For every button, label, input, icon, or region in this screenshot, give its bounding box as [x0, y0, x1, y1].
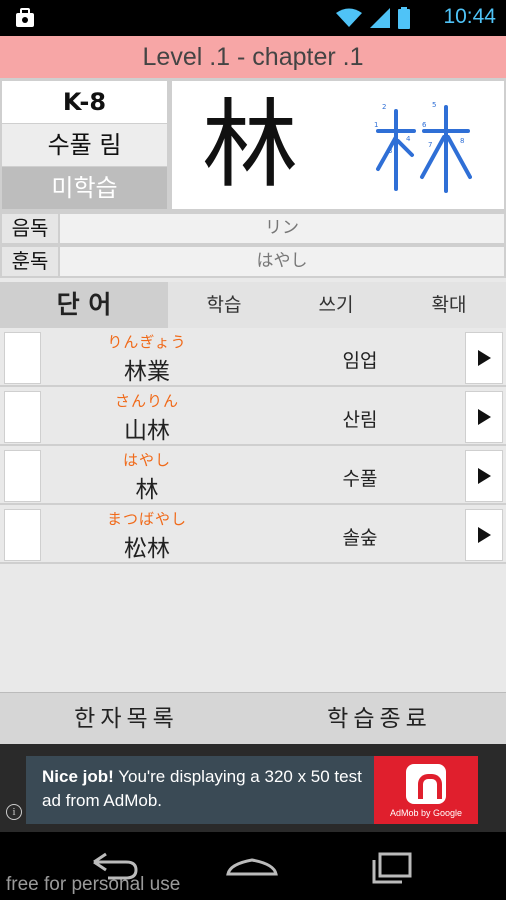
kanji-list-button[interactable]: 한자목록 — [0, 693, 253, 745]
word-kanji: 林業 — [124, 359, 170, 385]
kunyomi-row: 훈독 はやし — [0, 245, 506, 276]
kunyomi-value: はやし — [60, 247, 504, 276]
tab-write[interactable]: 쓰기 — [280, 282, 392, 328]
clock: 10:44 — [443, 5, 496, 28]
end-study-button[interactable]: 학습종료 — [253, 693, 506, 745]
study-status-button[interactable]: 미학습 — [2, 167, 167, 209]
svg-text:8: 8 — [460, 137, 464, 145]
play-button[interactable] — [465, 509, 503, 561]
word-furigana: さんりん — [114, 392, 179, 410]
play-icon — [478, 468, 491, 484]
word-checkbox[interactable] — [4, 450, 41, 502]
word-meaning: 산림 — [342, 409, 378, 431]
bag-icon — [16, 8, 34, 27]
svg-text:7: 7 — [428, 141, 432, 149]
tab-words[interactable]: 단 어 — [0, 282, 168, 328]
signal-icon — [370, 8, 390, 28]
play-button[interactable] — [465, 391, 503, 443]
list-item: さんりん 山林 산림 — [0, 389, 506, 446]
page-title: Level .1 - chapter .1 — [0, 36, 506, 78]
play-icon — [478, 527, 491, 543]
kanji-card: K-8 수풀 림 미학습 林 2 1 3 4 5 6 7 8 — [0, 78, 506, 212]
kanji-info: K-8 수풀 림 미학습 — [2, 81, 167, 209]
ad-info-icon[interactable]: i — [6, 804, 22, 820]
battery-icon — [398, 7, 410, 29]
svg-text:4: 4 — [406, 135, 411, 143]
word-furigana: りんぎょう — [107, 333, 187, 351]
word-furigana: まつばやし — [106, 510, 187, 528]
word-kanji: 山林 — [124, 418, 170, 444]
watermark: free for personal use — [6, 874, 181, 895]
svg-text:6: 6 — [422, 121, 427, 129]
word-meaning: 수풀 — [342, 468, 378, 490]
status-bar: 10:44 — [0, 0, 506, 36]
word-checkbox[interactable] — [4, 391, 41, 443]
play-icon — [478, 350, 491, 366]
word-kanji: 林 — [135, 477, 159, 503]
onyomi-label: 음독 — [2, 214, 58, 243]
admob-logo-text: AdMob by Google — [389, 808, 463, 818]
svg-text:1: 1 — [374, 121, 378, 129]
word-checkbox[interactable] — [4, 332, 41, 384]
onyomi-value: リン — [60, 214, 504, 243]
list-item: りんぎょう 林業 임업 — [0, 330, 506, 387]
kanji-character: 林 — [202, 89, 298, 201]
tab-study[interactable]: 학습 — [168, 282, 280, 328]
play-button[interactable] — [465, 332, 503, 384]
kunyomi-label: 훈독 — [2, 247, 58, 276]
readings: 음독 リン 훈독 はやし — [0, 212, 506, 278]
word-checkbox[interactable] — [4, 509, 41, 561]
ad-content[interactable]: Nice job! You're displaying a 320 x 50 t… — [26, 756, 478, 824]
kanji-display[interactable]: 林 2 1 3 4 5 6 7 8 — [172, 81, 504, 209]
onyomi-row: 음독 リン — [0, 212, 506, 243]
word-furigana: はやし — [122, 451, 171, 469]
recent-apps-icon[interactable] — [362, 846, 422, 886]
bottom-bar: 한자목록 학습종료 — [0, 692, 506, 744]
svg-text:3: 3 — [388, 147, 392, 155]
ad-text: Nice job! You're displaying a 320 x 50 t… — [42, 765, 372, 813]
kanji-code: K-8 — [2, 81, 167, 123]
admob-mark-icon — [406, 764, 446, 804]
stroke-order-diagram: 2 1 3 4 5 6 7 8 — [374, 101, 472, 193]
tab-zoom[interactable]: 확대 — [392, 282, 506, 328]
word-meaning: 솔숲 — [342, 527, 378, 549]
admob-logo: AdMob by Google — [374, 756, 478, 824]
list-item: まつばやし 松林 솔숲 — [0, 507, 506, 564]
word-meaning: 임업 — [342, 350, 378, 372]
svg-text:5: 5 — [432, 101, 436, 109]
svg-text:2: 2 — [382, 103, 386, 111]
ad-banner: Nice job! You're displaying a 320 x 50 t… — [0, 744, 506, 832]
play-button[interactable] — [465, 450, 503, 502]
kanji-meaning: 수풀 림 — [2, 124, 167, 166]
tab-bar: 단 어 학습 쓰기 확대 — [0, 282, 506, 328]
home-icon[interactable] — [222, 846, 282, 886]
play-icon — [478, 409, 491, 425]
list-item: はやし 林 수풀 — [0, 448, 506, 505]
ad-headline: Nice job! — [42, 767, 114, 786]
wifi-icon — [336, 8, 362, 27]
word-kanji: 松林 — [124, 536, 170, 562]
